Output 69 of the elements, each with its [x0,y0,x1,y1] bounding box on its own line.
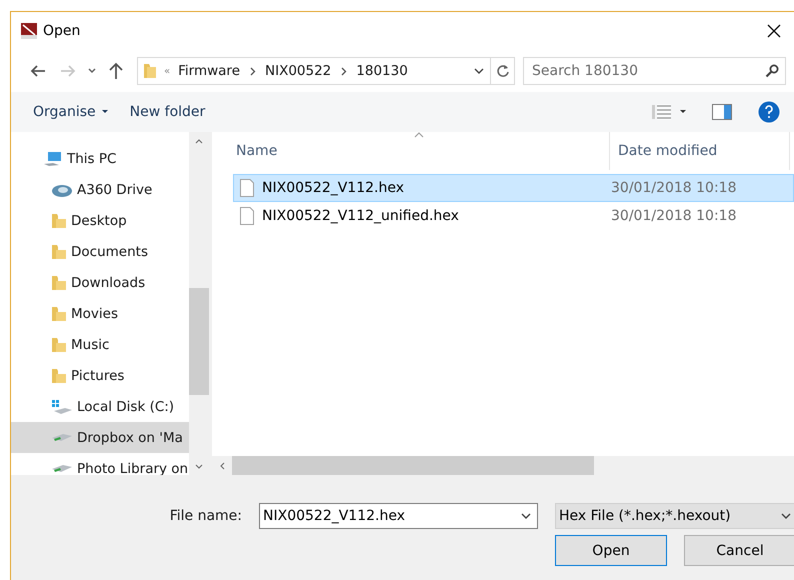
computer-icon [43,150,63,166]
dialog-button[interactable]: Cancel [684,535,794,566]
sidebar-item[interactable]: This PC [11,143,189,174]
view-options-button[interactable] [650,102,688,122]
sidebar-item[interactable]: Dropbox on 'Ma [11,422,189,453]
network-drive-icon [52,434,72,441]
file-row[interactable]: NIX00522_V112_unified.hex 30/01/2018 10:18 [233,202,794,230]
chevron-left-icon [220,462,224,470]
chevron-down-icon [195,464,203,468]
breadcrumb-item[interactable]: NIX00522 [265,63,332,79]
app-logo-icon [21,23,37,39]
preview-pane-icon [712,104,732,120]
caret-icon [781,512,791,520]
sidebar-item[interactable]: Local Disk (C:) [11,391,189,422]
chevron-icon [339,66,348,76]
sidebar-item[interactable]: Pictures [11,360,189,391]
vertical-scrollbar[interactable] [189,132,209,475]
sort-ascending-icon [414,132,424,138]
chevron-icon [248,66,257,76]
sidebar-item[interactable]: Music [11,329,189,360]
file-row[interactable]: NIX00522_V112.hex 30/01/2018 10:18 [233,174,794,202]
search-field[interactable]: Search 180130 [523,57,786,85]
folder-icon [51,336,67,352]
caret-icon [474,67,484,75]
folder-icon [144,63,156,79]
dialog-button[interactable]: Open [555,535,667,566]
breadcrumb-item[interactable]: Firmware [178,63,240,79]
forward-arrow-icon [60,64,76,78]
file-type-dropdown[interactable]: Hex File (*.hex;*.hexout) [555,503,794,529]
file-icon [240,179,254,197]
sidebar-item[interactable]: Movies [11,298,189,329]
chevron-down-icon [87,67,97,75]
horizontal-scrollbar[interactable] [212,456,794,475]
sidebar-item[interactable]: Desktop [11,205,189,236]
details-view-icon [652,104,672,120]
caret-icon [521,512,531,520]
disk-drive-icon [51,398,73,414]
search-icon [765,64,779,78]
column-header[interactable]: Date modified [610,132,790,170]
dropdown-arrow-icon [680,110,686,114]
address-bar[interactable]: « Firmware NIX00522 180130 [137,57,515,85]
network-drive-icon [52,465,72,472]
column-header[interactable]: Name [212,132,610,170]
toolbar-button[interactable]: New folder [124,100,212,124]
folder-icon [51,274,67,290]
folder-icon [51,368,67,384]
dropdown-arrow-icon [102,110,108,114]
chevron-up-icon [195,138,203,144]
sidebar-item[interactable]: A360 Drive [11,174,189,205]
refresh-icon [496,64,510,78]
sidebar-item[interactable]: Downloads [11,267,189,298]
window-title: Open [43,23,82,39]
file-name-field[interactable]: NIX00522_V112.hex [259,503,538,529]
help-icon [758,101,780,123]
close-icon [767,24,781,38]
toolbar-button[interactable]: Organise [27,100,114,124]
back-arrow-icon [30,64,46,78]
folder-icon [51,212,67,228]
up-arrow-icon [108,62,124,80]
preview-pane-button[interactable] [710,102,734,122]
breadcrumb-item[interactable]: 180130 [356,63,408,79]
sidebar-item[interactable]: Documents [11,236,189,267]
folder-icon [51,244,67,260]
overflow-marker[interactable]: « [164,66,170,76]
file-name-label: File name: [168,508,242,524]
sidebar-item[interactable]: Photo Library on [11,453,189,475]
file-icon [240,207,254,225]
help-button[interactable] [756,99,782,125]
folder-icon [51,306,67,322]
